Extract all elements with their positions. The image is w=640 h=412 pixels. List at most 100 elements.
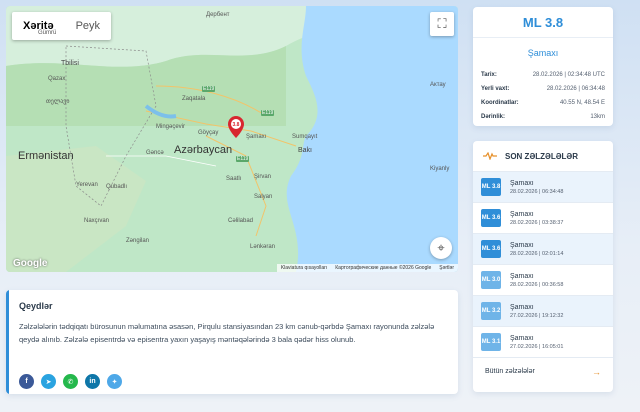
terms-link[interactable]: Şərtlər bbox=[439, 265, 454, 271]
label-baki: Bakı bbox=[298, 147, 313, 154]
list-item[interactable]: ML 3.1 Şamaxı 27.02.2026 | 16:05:01 bbox=[473, 326, 613, 357]
label-aktau: Актау bbox=[430, 82, 446, 88]
quake-row-date: Tarix: 28.02.2026 | 02:34:48 UTC bbox=[481, 68, 605, 82]
quake-magnitude-title: ML 3.8 bbox=[522, 15, 564, 30]
crosshair-icon: ⌖ bbox=[437, 240, 445, 255]
label-saatli: Saatlı bbox=[226, 176, 242, 182]
label-sirvan: Şirvan bbox=[254, 174, 272, 180]
all-quakes-label: Bütün zəlzələlər bbox=[485, 368, 535, 375]
fullscreen-icon: ⛶ bbox=[437, 16, 447, 31]
tab-satellite[interactable]: Peyk bbox=[65, 12, 111, 40]
label-lenkeran: Lənkəran bbox=[250, 244, 276, 250]
recent-header: SON ZƏLZƏLƏLƏR bbox=[473, 141, 613, 171]
label-zengilan: Zəngilan bbox=[126, 238, 150, 244]
map[interactable]: Xəritə Peyk ⛶ ⌖ Gümrü Tbilisi თელავი Дер… bbox=[6, 6, 458, 272]
quake-row-coordinates: Koordinatlar: 40.55 N, 48.54 E bbox=[481, 96, 605, 110]
list-item[interactable]: ML 3.6 Şamaxı 28.02.2026 | 02:01:14 bbox=[473, 233, 613, 264]
list-item[interactable]: ML 3.2 Şamaxı 27.02.2026 | 19:12:32 bbox=[473, 295, 613, 326]
epicenter-marker-icon[interactable]: 3.8 bbox=[228, 116, 244, 138]
label-yerevan: Yerevan bbox=[76, 182, 98, 188]
map-attribution: Klaviatura qısayolları Картографические … bbox=[276, 264, 458, 272]
divider bbox=[473, 37, 613, 38]
all-quakes-link[interactable]: Bütün zəlzələlər → bbox=[473, 357, 613, 385]
label-kiyanly: Kiyanly bbox=[430, 166, 450, 172]
road-sign: E119 bbox=[202, 86, 216, 92]
magnitude-badge: ML 3.1 bbox=[481, 333, 501, 351]
label-salyan: Salyan bbox=[254, 194, 273, 200]
google-logo: Google bbox=[13, 258, 48, 269]
telegram-icon[interactable]: ➤ bbox=[41, 374, 56, 389]
accent-bar bbox=[6, 290, 9, 394]
item-place: Şamaxı bbox=[510, 241, 534, 249]
twitter-icon[interactable]: ✦ bbox=[107, 374, 122, 389]
label-samaxi: Şamaxı bbox=[246, 134, 267, 140]
row-value: 28.02.2026 | 02:34:48 UTC bbox=[532, 72, 605, 78]
item-time: 28.02.2026 | 02:01:14 bbox=[510, 250, 564, 257]
recent-title: SON ZƏLZƏLƏLƏR bbox=[505, 151, 579, 161]
row-value: 40.55 N, 48.54 E bbox=[559, 100, 605, 106]
notes-card: Qeydlər Zəlzələlərin tədqiqatı bürosunun… bbox=[6, 290, 458, 394]
item-time: 28.02.2026 | 06:34:48 bbox=[510, 188, 564, 195]
list-item[interactable]: ML 3.6 Şamaxı 28.02.2026 | 03:38:37 bbox=[473, 202, 613, 233]
locate-button[interactable]: ⌖ bbox=[430, 237, 452, 259]
item-place: Şamaxı bbox=[510, 272, 534, 280]
quake-detail-card: ML 3.8 Şamaxı Tarix: 28.02.2026 | 02:34:… bbox=[473, 7, 613, 126]
marker-magnitude: 3.8 bbox=[233, 122, 240, 128]
label-azerbaycan: Azərbaycan bbox=[174, 144, 233, 156]
label-gumru-top: Gümrü bbox=[38, 30, 57, 36]
row-value: 28.02.2026 | 06:34:48 bbox=[546, 86, 605, 92]
road-sign: E119 bbox=[261, 110, 275, 116]
item-place: Şamaxı bbox=[510, 334, 534, 342]
magnitude-badge: ML 3.8 bbox=[481, 178, 501, 196]
item-time: 27.02.2026 | 16:05:01 bbox=[510, 343, 564, 350]
row-key: Dərinlik: bbox=[481, 114, 506, 120]
item-time: 28.02.2026 | 00:36:58 bbox=[510, 281, 564, 288]
item-time: 28.02.2026 | 03:38:37 bbox=[510, 219, 564, 226]
seismograph-icon bbox=[483, 152, 497, 160]
fullscreen-button[interactable]: ⛶ bbox=[430, 12, 454, 36]
whatsapp-icon[interactable]: ✆ bbox=[63, 374, 78, 389]
item-place: Şamaxı bbox=[510, 179, 534, 187]
row-key: Yerli vaxt: bbox=[481, 86, 510, 92]
quake-row-depth: Dərinlik: 13km bbox=[481, 110, 605, 124]
item-time: 27.02.2026 | 19:12:32 bbox=[510, 312, 564, 319]
label-telavi: თელავი bbox=[46, 99, 70, 105]
row-key: Tarix: bbox=[481, 72, 497, 78]
map-data-text: Картографические данные ©2026 Google bbox=[335, 265, 432, 271]
item-place: Şamaxı bbox=[510, 303, 534, 311]
notes-text: Zəlzələlərin tədqiqatı bürosunun məlumat… bbox=[19, 322, 435, 344]
row-key: Koordinatlar: bbox=[481, 100, 519, 106]
label-qubadli: Qubadlı bbox=[106, 184, 128, 190]
label-tbilisi: Tbilisi bbox=[61, 60, 79, 67]
map-terrain bbox=[6, 6, 458, 272]
label-qazax: Qazax bbox=[48, 76, 66, 82]
magnitude-badge: ML 3.2 bbox=[481, 302, 501, 320]
magnitude-badge: ML 3.6 bbox=[481, 209, 501, 227]
facebook-icon[interactable]: f bbox=[19, 374, 34, 389]
list-item[interactable]: ML 3.0 Şamaxı 28.02.2026 | 00:36:58 bbox=[473, 264, 613, 295]
label-celilabad: Cəlilabad bbox=[228, 218, 254, 224]
notes-title: Qeydlər bbox=[19, 301, 53, 311]
label-mingacevir: Mingəçevir bbox=[156, 124, 186, 130]
recent-quakes-card: SON ZƏLZƏLƏLƏR ML 3.8 Şamaxı 28.02.2026 … bbox=[473, 141, 613, 392]
share-buttons: f ➤ ✆ in ✦ bbox=[19, 374, 122, 389]
label-ermenistan: Ermənistan bbox=[18, 150, 74, 162]
label-naxcivan: Naxçıvan bbox=[84, 218, 110, 224]
row-value: 13km bbox=[590, 114, 605, 120]
quake-place: Şamaxı bbox=[527, 48, 559, 58]
label-derbent: Дербент bbox=[206, 12, 230, 18]
map-type-tabs: Xəritə Peyk bbox=[12, 12, 112, 40]
keyboard-shortcuts-link[interactable]: Klaviatura qısayolları bbox=[281, 265, 327, 271]
magnitude-badge: ML 3.6 bbox=[481, 240, 501, 258]
label-gence: Gəncə bbox=[146, 150, 164, 156]
label-goycay: Göyçay bbox=[198, 130, 219, 136]
list-item[interactable]: ML 3.8 Şamaxı 28.02.2026 | 06:34:48 bbox=[473, 171, 613, 202]
linkedin-icon[interactable]: in bbox=[85, 374, 100, 389]
arrow-right-icon: → bbox=[592, 366, 601, 377]
road-sign: E119 bbox=[236, 156, 250, 162]
magnitude-badge: ML 3.0 bbox=[481, 271, 501, 289]
quake-row-local-time: Yerli vaxt: 28.02.2026 | 06:34:48 bbox=[481, 82, 605, 96]
label-zaqatala: Zaqatala bbox=[182, 96, 206, 102]
item-place: Şamaxı bbox=[510, 210, 534, 218]
label-sumqayit: Sumqayıt bbox=[292, 134, 318, 140]
